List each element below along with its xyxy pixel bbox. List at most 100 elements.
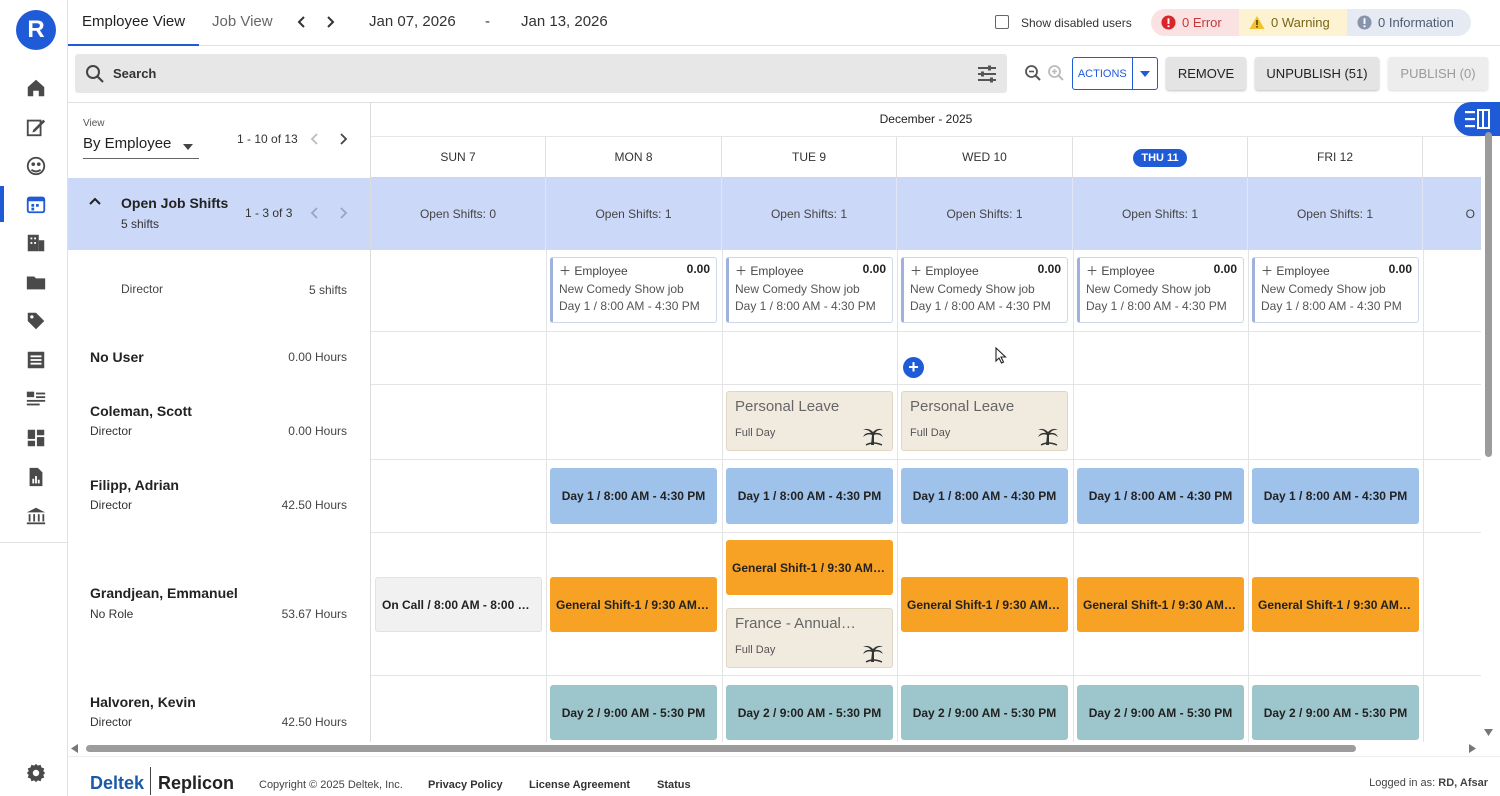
open-shifts-prev-icon[interactable] — [309, 206, 321, 220]
shift-card[interactable]: General Shift-1 / 9:30 AM - 6:00 PM — [1077, 577, 1244, 632]
open-job-card-amount: 0.00 — [686, 262, 710, 276]
list-icon[interactable] — [22, 346, 50, 374]
zoom-in-icon[interactable] — [1047, 64, 1065, 82]
collapse-icon[interactable] — [88, 196, 102, 206]
open-job-card-time: Day 1 / 8:00 AM - 4:30 PM — [735, 299, 876, 313]
replicon-wordmark: Replicon — [158, 773, 235, 793]
license-agreement-link[interactable]: License Agreement — [529, 779, 630, 791]
open-job-card[interactable]: ＋ Employee 0.00 New Comedy Show job Day 1… — [726, 257, 893, 323]
open-shifts-next-icon[interactable] — [337, 206, 349, 220]
employee-role: Director — [90, 424, 133, 438]
employee-name[interactable]: Filipp, Adrian — [90, 477, 179, 493]
open-job-card-time: Day 1 / 8:00 AM - 4:30 PM — [910, 299, 1051, 313]
team-icon[interactable] — [22, 385, 50, 413]
scroll-down-icon[interactable] — [1484, 728, 1493, 736]
shift-card[interactable]: General Shift-1 / 9:30 AM - 6:00 PM — [726, 540, 893, 595]
shift-card[interactable]: Day 1 / 8:00 AM - 4:30 PM — [1252, 468, 1419, 524]
start-date[interactable]: Jan 07, 2026 — [369, 13, 456, 30]
leave-card[interactable]: Personal Leave Full Day — [726, 391, 893, 451]
add-shift-button[interactable]: + — [903, 357, 924, 378]
edit-icon[interactable] — [22, 113, 50, 141]
bank-icon[interactable] — [22, 502, 50, 530]
tag-icon[interactable] — [22, 307, 50, 335]
end-date[interactable]: Jan 13, 2026 — [521, 13, 608, 30]
shift-card[interactable]: Day 1 / 8:00 AM - 4:30 PM — [901, 468, 1068, 524]
horizontal-scroll-thumb[interactable] — [86, 745, 1356, 752]
open-job-card[interactable]: ＋ Employee 0.00 New Comedy Show job Day 1… — [1252, 257, 1419, 323]
horizontal-scrollbar[interactable] — [68, 742, 1481, 754]
open-job-card-time: Day 1 / 8:00 AM - 4:30 PM — [559, 299, 700, 313]
status-link[interactable]: Status — [657, 779, 691, 791]
next-week-button[interactable] — [320, 12, 340, 32]
shift-card[interactable]: Day 2 / 9:00 AM - 5:30 PM — [1077, 685, 1244, 740]
shift-card-label: Day 1 / 8:00 AM - 4:30 PM — [1263, 489, 1408, 503]
employee-prev-page-icon[interactable] — [309, 132, 321, 146]
info-status[interactable]: 0 Information — [1347, 9, 1471, 36]
shift-card[interactable]: General Shift-1 / 9:30 AM - 6:00 PM — [1252, 577, 1419, 632]
employee-name[interactable]: No User — [90, 349, 144, 365]
leave-card[interactable]: France - Annual Leave Full Day — [726, 608, 893, 668]
palm-tree-icon — [1037, 426, 1059, 446]
replicon-logo[interactable]: R — [16, 10, 56, 50]
vertical-scroll-thumb[interactable] — [1485, 132, 1492, 457]
shift-card[interactable]: Day 1 / 8:00 AM - 4:30 PM — [550, 468, 717, 524]
top-bar: Employee View Job View Jan 07, 2026 - Ja… — [68, 0, 1500, 46]
shift-card[interactable]: Day 2 / 9:00 AM - 5:30 PM — [901, 685, 1068, 740]
tab-job-view[interactable]: Job View — [198, 0, 287, 46]
view-select[interactable]: By Employee — [83, 135, 199, 159]
shift-card[interactable]: General Shift-1 / 9:30 AM - 6:00 PM — [550, 577, 717, 632]
info-icon — [1357, 15, 1372, 30]
shift-card[interactable]: Day 2 / 9:00 AM - 5:30 PM — [550, 685, 717, 740]
unpublish-button[interactable]: UNPUBLISH (51) — [1255, 57, 1379, 90]
open-job-card-time: Day 1 / 8:00 AM - 4:30 PM — [1261, 299, 1402, 313]
employee-name[interactable]: Grandjean, Emmanuel — [90, 585, 238, 601]
shift-card[interactable]: Day 1 / 8:00 AM - 4:30 PM — [1077, 468, 1244, 524]
shift-card-oncall[interactable]: On Call / 8:00 AM - 8:00 PM — [375, 577, 542, 632]
deltek-logo: Deltek — [90, 773, 145, 793]
search-input[interactable] — [113, 62, 953, 84]
scroll-right-icon[interactable] — [1468, 744, 1476, 753]
shift-card[interactable]: Day 2 / 9:00 AM - 5:30 PM — [726, 685, 893, 740]
dashboard-person-icon[interactable] — [22, 152, 50, 180]
shift-card[interactable]: General Shift-1 / 9:30 AM - 6:00 PM — [901, 577, 1068, 632]
shift-card[interactable]: Day 1 / 8:00 AM - 4:30 PM — [726, 468, 893, 524]
open-job-card[interactable]: ＋ Employee 0.00 New Comedy Show job Day 1… — [901, 257, 1068, 323]
filter-settings-icon[interactable] — [977, 64, 997, 84]
open-job-card[interactable]: ＋ Employee 0.00 New Comedy Show job Day 1… — [550, 257, 717, 323]
scroll-left-icon[interactable] — [71, 744, 79, 753]
leave-card[interactable]: Personal Leave Full Day — [901, 391, 1068, 451]
actions-dropdown-icon[interactable] — [1131, 58, 1157, 89]
warning-status[interactable]: 0 Warning — [1239, 9, 1347, 36]
calendar-icon[interactable] — [22, 190, 50, 218]
prev-week-button[interactable] — [292, 12, 312, 32]
home-icon[interactable] — [22, 74, 50, 102]
employee-next-page-icon[interactable] — [337, 132, 349, 146]
open-job-card-amount: 0.00 — [1213, 262, 1237, 276]
zoom-out-icon[interactable] — [1024, 64, 1042, 82]
actions-button[interactable]: ACTIONS — [1072, 57, 1158, 90]
search-bar — [75, 54, 1007, 93]
shift-card[interactable]: Day 2 / 9:00 AM - 5:30 PM — [1252, 685, 1419, 740]
publish-button[interactable]: PUBLISH (0) — [1388, 57, 1488, 90]
employee-name[interactable]: Halvoren, Kevin — [90, 694, 196, 710]
shift-card-label: General Shift-1 / 9:30 AM - 6:00 PM — [907, 597, 1062, 612]
widgets-icon[interactable] — [22, 424, 50, 452]
vertical-scrollbar[interactable] — [1481, 102, 1495, 742]
chevron-down-icon — [183, 144, 193, 150]
tab-employee-view[interactable]: Employee View — [68, 0, 200, 46]
open-job-card[interactable]: ＋ Employee 0.00 New Comedy Show job Day 1… — [1077, 257, 1244, 323]
view-select-value: By Employee — [83, 135, 172, 152]
show-disabled-checkbox[interactable] — [995, 15, 1009, 29]
report-icon[interactable] — [22, 463, 50, 491]
remove-button[interactable]: REMOVE — [1166, 57, 1246, 90]
open-shifts-count: Open Shifts: 1 — [1073, 178, 1248, 250]
settings-icon[interactable] — [22, 759, 50, 787]
employee-name[interactable]: Coleman, Scott — [90, 403, 192, 419]
nav-active-indicator — [0, 186, 4, 222]
open-shifts-count: Open Shifts: 0 — [371, 178, 546, 250]
error-status[interactable]: 0 Error — [1151, 9, 1239, 36]
open-job-card-job: New Comedy Show job — [735, 282, 860, 296]
building-icon[interactable] — [22, 229, 50, 257]
privacy-policy-link[interactable]: Privacy Policy — [428, 779, 503, 791]
folder-icon[interactable] — [22, 268, 50, 296]
